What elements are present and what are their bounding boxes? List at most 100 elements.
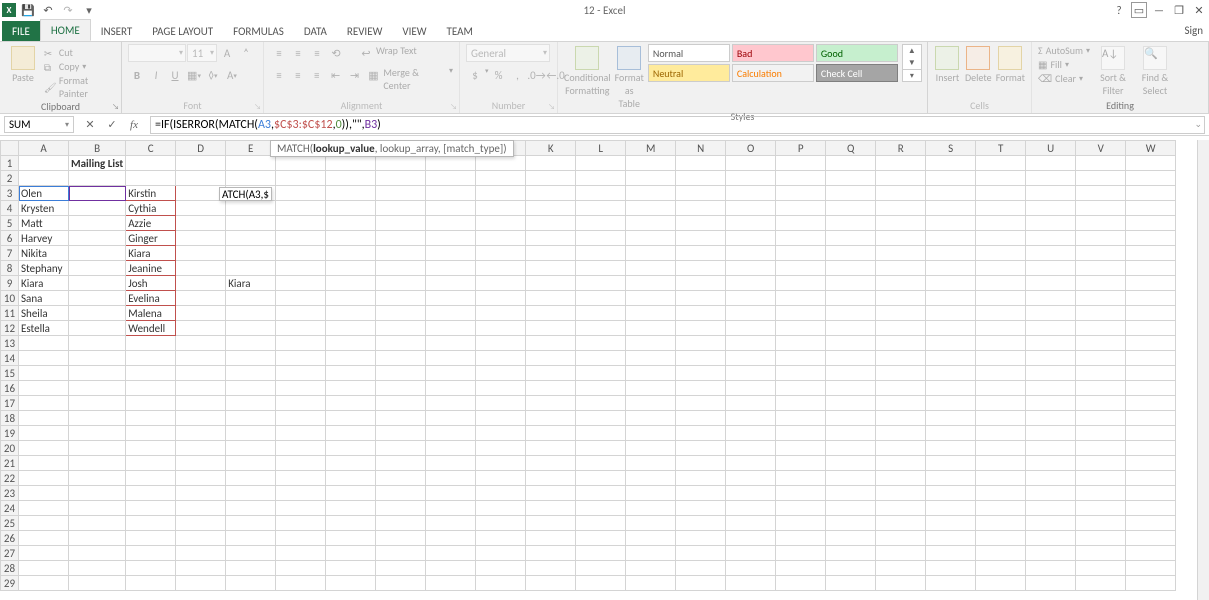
cell-K18[interactable] [526,411,576,426]
cell-J24[interactable] [476,501,526,516]
cell-J2[interactable] [476,171,526,186]
cell-T19[interactable] [976,426,1026,441]
cell-H25[interactable] [376,516,426,531]
cell-C2[interactable] [126,171,176,186]
cell-E15[interactable] [226,366,276,381]
cell-N7[interactable] [676,246,726,261]
cell-F19[interactable] [276,426,326,441]
cell-G5[interactable] [326,216,376,231]
cell-Q26[interactable] [826,531,876,546]
cell-K6[interactable] [526,231,576,246]
cell-O16[interactable] [726,381,776,396]
cell-V6[interactable] [1076,231,1126,246]
cell-K22[interactable] [526,471,576,486]
cell-V17[interactable] [1076,396,1126,411]
cell-T2[interactable] [976,171,1026,186]
cell-P29[interactable] [776,576,826,591]
cell-R8[interactable] [876,261,926,276]
cell-L17[interactable] [576,396,626,411]
cell-N11[interactable] [676,306,726,321]
cell-G1[interactable] [326,156,376,171]
cell-N10[interactable] [676,291,726,306]
cell-E17[interactable] [226,396,276,411]
cell-L18[interactable] [576,411,626,426]
cell-O15[interactable] [726,366,776,381]
cell-U20[interactable] [1026,441,1076,456]
cell-N13[interactable] [676,336,726,351]
col-header-O[interactable]: O [726,141,776,156]
cell-F25[interactable] [276,516,326,531]
cell-F21[interactable] [276,456,326,471]
cell-W22[interactable] [1126,471,1176,486]
cell-C19[interactable] [126,426,176,441]
row-header-3[interactable]: 3 [1,186,19,201]
cell-F1[interactable] [276,156,326,171]
autosum-button[interactable]: ΣAutoSum▾ [1038,44,1090,57]
fill-color-button[interactable]: ◊▾ [204,66,222,84]
cell-styles-gallery[interactable]: Normal Bad Good Neutral Calculation Chec… [648,44,898,82]
cell-S8[interactable] [926,261,976,276]
wrap-text-button[interactable]: Wrap Text [376,44,417,62]
cell-W25[interactable] [1126,516,1176,531]
cell-I9[interactable] [426,276,476,291]
cell-B20[interactable] [69,441,126,456]
cell-C4[interactable]: Cythia [126,201,176,216]
cell-I1[interactable] [426,156,476,171]
cell-B3[interactable] [69,186,126,201]
cell-B16[interactable] [69,381,126,396]
style-check-cell[interactable]: Check Cell [816,64,898,82]
cell-V22[interactable] [1076,471,1126,486]
cell-L11[interactable] [576,306,626,321]
cell-Q1[interactable] [826,156,876,171]
cell-H29[interactable] [376,576,426,591]
format-as-table-button[interactable]: Format as Table [615,44,644,110]
cell-B19[interactable] [69,426,126,441]
cell-L9[interactable] [576,276,626,291]
cell-K20[interactable] [526,441,576,456]
cell-G2[interactable] [326,171,376,186]
cell-O3[interactable] [726,186,776,201]
format-cells-button[interactable]: Format [996,44,1025,84]
cell-M6[interactable] [626,231,676,246]
cell-E9[interactable]: Kiara [226,276,276,291]
clipboard-dialog-icon[interactable]: ↘ [112,102,119,112]
cell-O5[interactable] [726,216,776,231]
cell-F11[interactable] [276,306,326,321]
cell-P3[interactable] [776,186,826,201]
cell-P8[interactable] [776,261,826,276]
cell-R19[interactable] [876,426,926,441]
cell-N23[interactable] [676,486,726,501]
cell-P19[interactable] [776,426,826,441]
cell-U26[interactable] [1026,531,1076,546]
cell-S15[interactable] [926,366,976,381]
cell-J17[interactable] [476,396,526,411]
row-header-29[interactable]: 29 [1,576,19,591]
cell-T13[interactable] [976,336,1026,351]
tab-team[interactable]: TEAM [437,21,483,41]
cell-U2[interactable] [1026,171,1076,186]
cell-V24[interactable] [1076,501,1126,516]
cell-P24[interactable] [776,501,826,516]
cell-V3[interactable] [1076,186,1126,201]
cell-R25[interactable] [876,516,926,531]
cell-I7[interactable] [426,246,476,261]
style-normal[interactable]: Normal [648,44,730,62]
cell-W13[interactable] [1126,336,1176,351]
cell-A7[interactable]: Nikita [19,246,69,261]
cell-J26[interactable] [476,531,526,546]
cell-V26[interactable] [1076,531,1126,546]
cell-H15[interactable] [376,366,426,381]
styles-more-icon[interactable]: ▾ [903,69,921,81]
style-bad[interactable]: Bad [732,44,814,62]
cell-T24[interactable] [976,501,1026,516]
cell-V27[interactable] [1076,546,1126,561]
cell-K25[interactable] [526,516,576,531]
cell-Q4[interactable] [826,201,876,216]
cell-P21[interactable] [776,456,826,471]
cell-O14[interactable] [726,351,776,366]
cell-N5[interactable] [676,216,726,231]
cell-L28[interactable] [576,561,626,576]
cell-U13[interactable] [1026,336,1076,351]
cell-R3[interactable] [876,186,926,201]
cell-G18[interactable] [326,411,376,426]
